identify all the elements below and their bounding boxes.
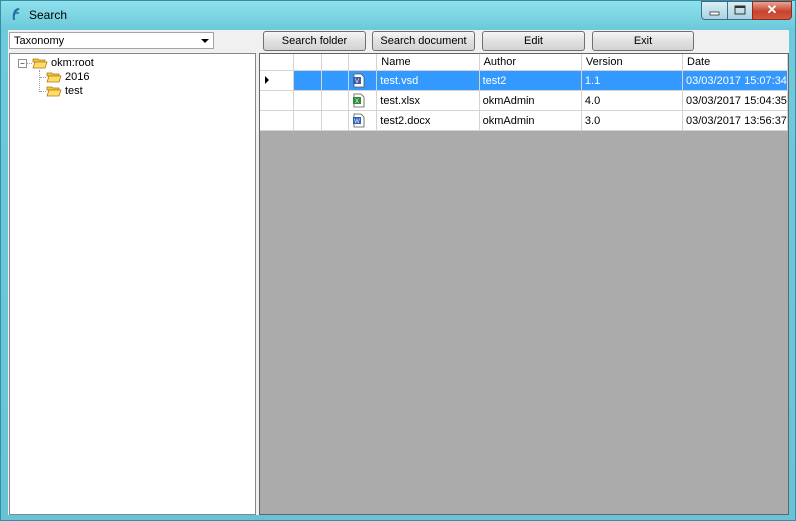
cell-author[interactable]: okmAdmin xyxy=(479,90,582,111)
client-area: Taxonomy Search folder Search document E… xyxy=(8,30,789,515)
row-selector[interactable] xyxy=(260,110,295,131)
table-cell[interactable] xyxy=(321,90,350,111)
tree-item-label: 2016 xyxy=(65,71,90,83)
table-row[interactable]: X test.xlsx okmAdmin 4.0 03/03/2017 15:0… xyxy=(260,90,788,111)
tree-line xyxy=(39,70,40,92)
cell-author[interactable]: test2 xyxy=(479,70,582,91)
maximize-icon xyxy=(734,5,746,15)
taxonomy-dropdown-value: Taxonomy xyxy=(14,35,65,47)
current-row-arrow-icon xyxy=(265,75,269,84)
maximize-button[interactable] xyxy=(727,1,753,20)
collapse-icon[interactable]: − xyxy=(18,59,27,68)
search-document-button[interactable]: Search document xyxy=(372,31,475,51)
cell-version[interactable]: 4.0 xyxy=(581,90,684,111)
taxonomy-dropdown[interactable]: Taxonomy xyxy=(9,32,214,49)
table-cell-icon[interactable]: X xyxy=(348,90,378,111)
svg-text:X: X xyxy=(355,99,359,105)
table-row[interactable]: V test.vsd test2 1.1 03/03/2017 15:07:34 xyxy=(260,70,788,91)
window-title: Search xyxy=(29,8,68,22)
cell-name[interactable]: test2.docx xyxy=(376,110,480,131)
folder-open-icon xyxy=(46,72,62,83)
row-selector[interactable] xyxy=(260,70,295,91)
svg-text:V: V xyxy=(355,79,359,85)
minimize-icon xyxy=(709,11,720,16)
table-header-row: Name Author Version Date xyxy=(260,54,788,71)
table-cell[interactable] xyxy=(321,70,350,91)
results-table: Name Author Version Date V test.vsd test… xyxy=(260,54,788,131)
cell-date[interactable]: 03/03/2017 15:07:34 xyxy=(682,70,788,91)
row-selector[interactable] xyxy=(260,90,295,111)
folder-open-icon xyxy=(46,86,62,97)
search-window: Search ✕ Taxonomy Search folder Search d… xyxy=(0,0,796,521)
table-cell[interactable] xyxy=(293,110,322,131)
cell-name[interactable]: test.vsd xyxy=(376,70,480,91)
column-header-version[interactable]: Version xyxy=(581,54,684,71)
exit-button[interactable]: Exit xyxy=(592,31,694,51)
column-header-blank[interactable] xyxy=(293,54,322,71)
column-header-blank[interactable] xyxy=(321,54,350,71)
table-row[interactable]: W test2.docx okmAdmin 3.0 03/03/2017 13:… xyxy=(260,110,788,131)
column-header-author[interactable]: Author xyxy=(479,54,582,71)
table-cell[interactable] xyxy=(321,110,350,131)
table-cell-icon[interactable]: V xyxy=(348,70,378,91)
cell-version[interactable]: 3.0 xyxy=(581,110,684,131)
cell-author[interactable]: okmAdmin xyxy=(479,110,582,131)
column-header-date[interactable]: Date xyxy=(682,54,788,71)
svg-text:W: W xyxy=(355,119,361,125)
search-folder-button[interactable]: Search folder xyxy=(263,31,366,51)
cell-date[interactable]: 03/03/2017 15:04:35 xyxy=(682,90,788,111)
app-icon xyxy=(12,8,20,20)
cell-name[interactable]: test.xlsx xyxy=(376,90,480,111)
column-header-icon[interactable] xyxy=(348,54,378,71)
chevron-down-icon xyxy=(201,39,209,43)
row-header-corner xyxy=(260,54,295,71)
table-cell[interactable] xyxy=(293,90,322,111)
folder-open-icon xyxy=(32,58,48,69)
results-grid[interactable]: Name Author Version Date V test.vsd test… xyxy=(259,53,789,515)
table-cell-icon[interactable]: W xyxy=(348,110,378,131)
close-button[interactable]: ✕ xyxy=(752,1,792,20)
cell-version[interactable]: 1.1 xyxy=(581,70,684,91)
minimize-button[interactable] xyxy=(701,1,728,20)
folder-tree[interactable]: − okm:root 2016 test xyxy=(9,53,256,515)
tree-item-label: test xyxy=(65,85,83,97)
visio-doc-icon: V xyxy=(353,73,365,88)
word-doc-icon: W xyxy=(353,113,365,128)
table-cell[interactable] xyxy=(293,70,322,91)
cell-date[interactable]: 03/03/2017 13:56:37 xyxy=(682,110,788,131)
title-bar[interactable]: Search ✕ xyxy=(1,1,795,29)
excel-doc-icon: X xyxy=(353,93,365,108)
edit-button[interactable]: Edit xyxy=(482,31,585,51)
close-icon: ✕ xyxy=(766,2,778,17)
column-header-name[interactable]: Name xyxy=(376,54,480,71)
tree-item-label: okm:root xyxy=(51,57,94,69)
